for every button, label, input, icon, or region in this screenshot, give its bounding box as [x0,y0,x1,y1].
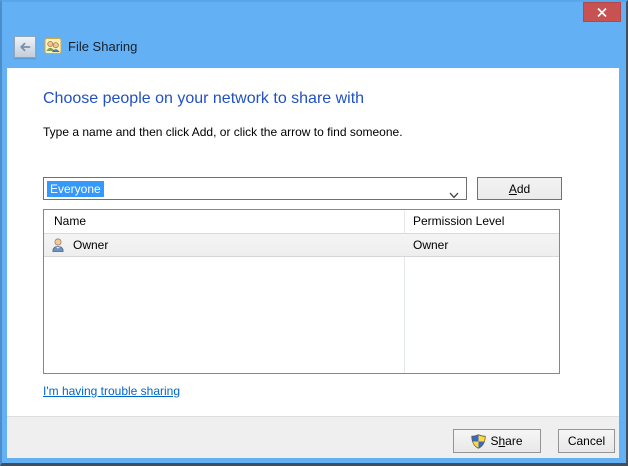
table-row[interactable]: Owner Owner [44,233,559,257]
column-header-name[interactable]: Name [54,214,86,228]
cancel-button[interactable]: Cancel [558,429,615,453]
column-header-permission[interactable]: Permission Level [413,214,504,228]
share-button[interactable]: Share [453,429,541,453]
table-header: Name Permission Level [44,210,559,233]
uac-shield-icon [471,434,486,449]
close-button[interactable] [583,2,621,22]
instruction-text: Type a name and then click Add, or click… [43,125,403,139]
file-sharing-icon [44,37,62,55]
add-button-label: Add [509,182,530,196]
file-sharing-window: File Sharing Choose people on your netwo… [0,0,628,466]
titlebar: File Sharing [2,2,626,68]
share-button-label: Share [490,434,522,448]
back-icon [19,42,31,52]
back-button[interactable] [14,36,36,58]
row-name-cell: Owner [73,238,108,252]
page-title: Choose people on your network to share w… [43,90,364,108]
trouble-sharing-link[interactable]: I'm having trouble sharing [43,384,180,398]
window-title: File Sharing [68,39,137,54]
combobox-selected-value: Everyone [47,181,104,197]
add-button[interactable]: Add [477,177,562,200]
people-combobox[interactable]: Everyone [43,177,467,200]
people-table: Name Permission Level Owner Owner [43,209,560,374]
user-icon [50,237,66,253]
content-panel: Choose people on your network to share w… [7,68,619,416]
footer: Share Cancel [7,416,619,458]
chevron-down-icon[interactable] [449,186,459,193]
row-permission-cell: Owner [413,238,448,252]
close-icon [597,8,607,17]
